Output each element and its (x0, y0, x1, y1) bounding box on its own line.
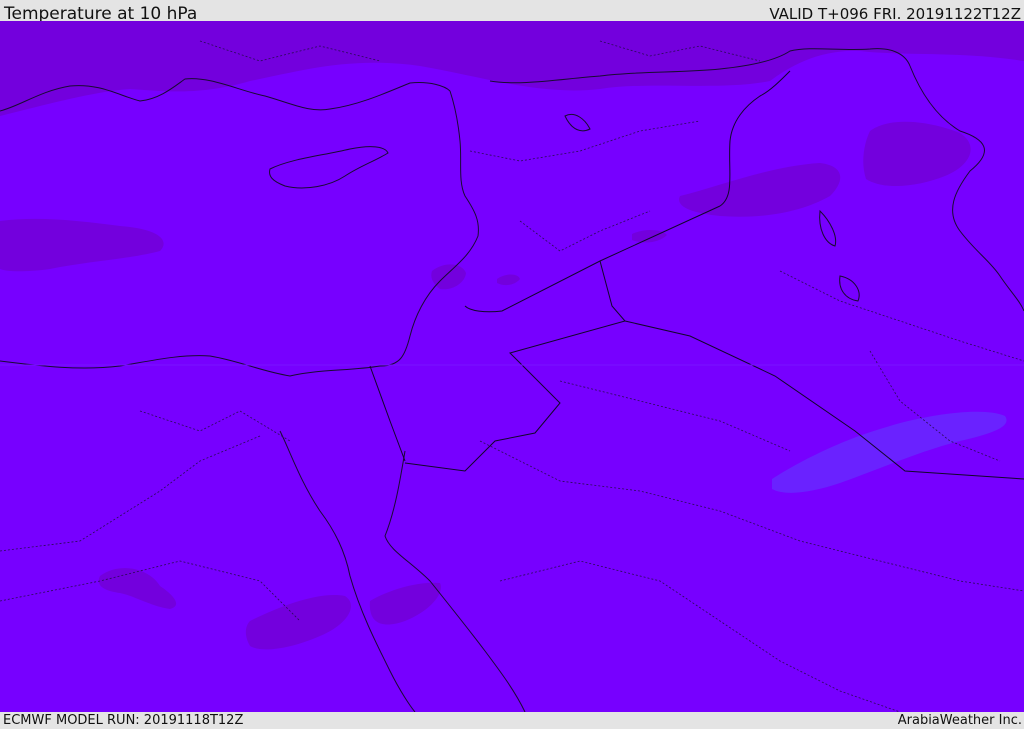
temperature-field (0, 21, 1024, 712)
map-svg (0, 21, 1024, 712)
footer-bar: ECMWF MODEL RUN: 20191118T12Z ArabiaWeat… (0, 712, 1024, 729)
map-window: Temperature at 10 hPa VALID T+096 FRI. 2… (0, 0, 1024, 729)
map-canvas[interactable] (0, 21, 1024, 712)
credit-label: ArabiaWeather Inc. (897, 713, 1022, 728)
header-bar: Temperature at 10 hPa VALID T+096 FRI. 2… (0, 0, 1024, 24)
model-run-label: ECMWF MODEL RUN: 20191118T12Z (3, 713, 244, 728)
